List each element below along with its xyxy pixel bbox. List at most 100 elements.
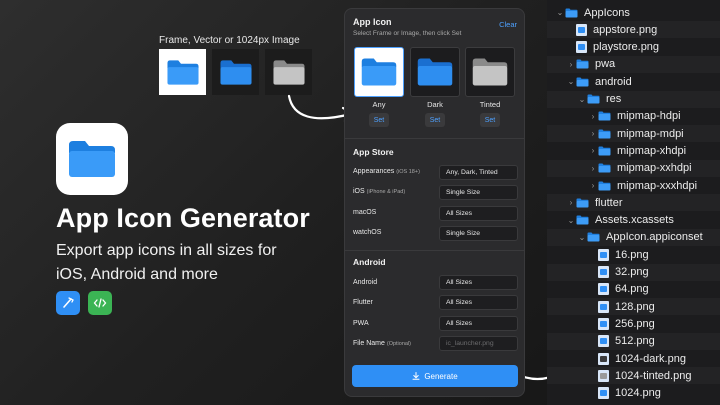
chevron-down-icon[interactable]: ⌄ [555,8,565,17]
macos-select[interactable]: All Sizes [439,206,518,221]
clear-button[interactable]: Clear [499,20,517,29]
chevron-right-icon[interactable]: › [566,60,576,69]
chevron-down-icon[interactable]: ⌄ [577,95,587,104]
slot-label-tinted: Tinted [479,100,501,109]
tree-item-label: android [595,75,632,88]
tree-file[interactable]: 512.png [547,332,720,350]
tree-file[interactable]: 16.png [547,246,720,263]
chevron-right-icon[interactable]: › [588,164,598,173]
tree-item-label: pwa [595,58,616,71]
folder-icon [587,232,600,242]
tree-item-label: AppIcons [584,6,630,19]
set-tinted-button[interactable]: Set [480,113,500,127]
tree-file[interactable]: appstore.png [547,21,720,39]
file-name-input[interactable]: ic_launcher.png [439,336,518,351]
tree-item-label: mipmap-mdpi [617,127,684,140]
xcode-icon [56,291,80,315]
frame-label: Frame, Vector or 1024px Image [159,35,300,46]
file-name-label: File Name (Optional) [353,340,412,347]
folder-icon [565,8,578,17]
tree-file[interactable]: 256.png [547,315,720,332]
chevron-right-icon[interactable]: › [588,181,598,190]
tree-file[interactable]: 1024.png [547,385,720,402]
tree-file[interactable]: playstore.png [547,39,720,56]
chevron-down-icon[interactable]: ⌄ [577,233,587,242]
tree-item-label: 32.png [615,266,649,278]
flutter-label: Flutter [353,299,373,306]
tree-folder[interactable]: › pwa [547,55,720,73]
code-icon [88,291,112,315]
flutter-select[interactable]: All Sizes [439,295,518,310]
tree-folder[interactable]: ⌄ res [547,90,720,108]
tree-item-label: 64.png [615,283,649,296]
tree-item-label: playstore.png [593,41,660,54]
tree-folder[interactable]: › flutter [547,194,720,212]
chevron-right-icon[interactable]: › [588,112,598,121]
slot-any[interactable] [354,47,404,97]
chevron-right-icon[interactable]: › [588,146,598,155]
tree-folder[interactable]: ⌄ AppIcon.appiconset [547,228,720,246]
tree-folder[interactable]: › mipmap-hdpi [547,108,720,125]
tree-item-label: 1024-tinted.png [615,369,692,382]
tree-folder[interactable]: ⌄ Assets.xcassets [547,212,720,229]
tree-item-label: AppIcon.appiconset [606,231,703,244]
image-file-icon [598,369,609,382]
folder-icon [598,129,611,139]
tree-file[interactable]: 32.png [547,263,720,281]
tree-folder[interactable]: ⌄ AppIcons [547,4,720,21]
folder-icon [576,59,589,69]
app-logo [56,123,128,195]
set-dark-button[interactable]: Set [425,113,445,127]
folder-icon [598,111,611,121]
tree-item-label: mipmap-xhdpi [617,144,687,157]
frame-thumb-tinted[interactable] [265,49,312,95]
chevron-right-icon[interactable]: › [588,129,598,138]
pwa-select[interactable]: All Sizes [439,316,518,331]
image-file-icon [598,335,609,348]
chevron-down-icon[interactable]: ⌄ [566,216,576,225]
appearances-label: Appearances (iOS 18+) [353,168,420,175]
tree-file[interactable]: 64.png [547,281,720,298]
image-file-icon [598,300,609,313]
frame-thumb-any[interactable] [159,49,206,95]
generate-label: Generate [424,371,458,381]
folder-icon [576,215,589,225]
folder-icon [598,181,611,190]
tree-file[interactable]: 1024-tinted.png [547,367,720,385]
generate-button[interactable]: Generate [352,365,518,387]
slot-tinted[interactable] [465,47,515,97]
tree-file[interactable]: 128.png [547,298,720,316]
android-section-title: Android [353,257,386,267]
frame-thumb-dark[interactable] [212,49,259,95]
set-any-button[interactable]: Set [369,113,389,127]
tree-item-label: 512.png [615,335,655,348]
tree-folder[interactable]: › mipmap-xhdpi [547,142,720,159]
appearances-select[interactable]: Any, Dark, Tinted [439,165,518,180]
slot-dark[interactable] [410,47,460,97]
image-file-icon [598,266,609,278]
tree-file[interactable]: 1024-dark.png [547,350,720,367]
pwa-label: PWA [353,320,369,327]
tree-folder[interactable]: › mipmap-xxhdpi [547,159,720,177]
macos-label: macOS [353,209,377,216]
folder-icon [598,146,611,156]
tree-item-label: appstore.png [593,23,658,36]
chevron-down-icon[interactable]: ⌄ [566,77,576,86]
tree-item-label: 1024.png [615,387,661,400]
tree-item-label: 256.png [615,317,655,330]
watchos-select[interactable]: Single Size [439,226,518,241]
file-tree: ⌄ AppIcons appstore.png playstore.png › pwa ⌄ a… [547,0,720,405]
tree-folder[interactable]: › mipmap-mdpi [547,125,720,143]
tree-item-label: flutter [595,196,623,209]
folder-icon [598,163,611,173]
chevron-right-icon[interactable]: › [566,198,576,207]
divider [345,250,524,251]
tree-item-label: mipmap-hdpi [617,110,681,123]
tree-folder[interactable]: › mipmap-xxxhdpi [547,177,720,194]
android-select[interactable]: All Sizes [439,275,518,290]
ios-select[interactable]: Single Size [439,185,518,200]
image-file-icon [598,248,609,261]
panel-title: App Icon [353,17,392,27]
watchos-label: watchOS [353,229,382,236]
tree-folder[interactable]: ⌄ android [547,73,720,90]
